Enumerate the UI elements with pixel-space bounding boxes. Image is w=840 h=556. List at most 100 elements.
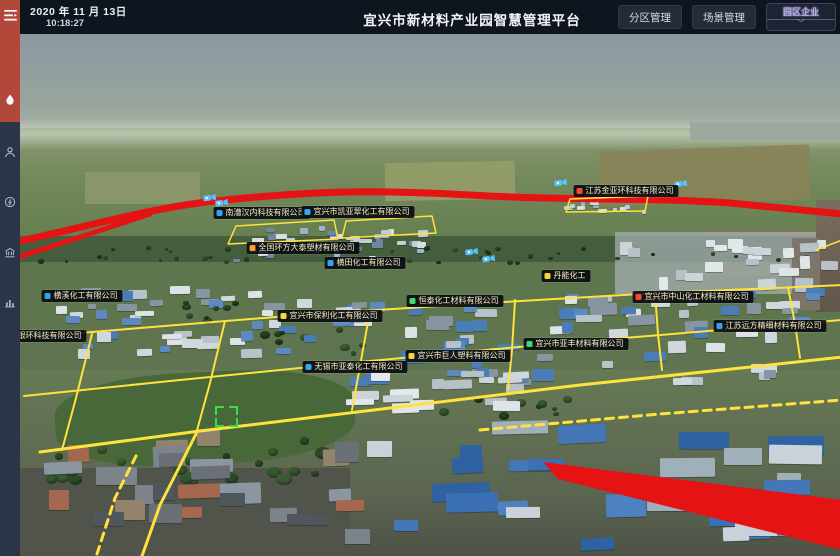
company-marker-icon (527, 341, 533, 347)
building (576, 315, 602, 322)
building (625, 205, 630, 209)
tree (711, 252, 716, 256)
company-label-text: 宜兴市中山化工材料有限公司 (645, 293, 749, 301)
company-label[interactable]: 宜兴市亚丰材料有限公司 (524, 338, 629, 350)
building (287, 514, 328, 525)
company-label[interactable]: 横田化工有限公司 (325, 257, 406, 269)
building (724, 448, 762, 465)
building (251, 321, 262, 329)
building (417, 249, 424, 253)
building (137, 348, 153, 356)
building (743, 247, 754, 255)
flame-icon[interactable] (0, 90, 20, 110)
user-icon[interactable] (0, 142, 20, 162)
building (475, 309, 498, 318)
building (747, 303, 762, 314)
building (426, 320, 449, 331)
building (345, 529, 370, 544)
building (117, 304, 137, 311)
zone-management-button[interactable]: 分区管理 (618, 5, 682, 29)
company-label-text: 南漕汉内科技有限公司 (226, 209, 306, 217)
building (336, 500, 364, 511)
camera-icon[interactable] (553, 174, 568, 194)
company-marker-icon (545, 273, 551, 279)
company-marker-icon (281, 313, 287, 319)
building (266, 228, 275, 232)
building (264, 303, 285, 310)
map-3d-view[interactable]: 南漕汉内科技有限公司宜兴市凯亚翠化工有限公司全国环方大泰塑材有限公司横田化工有限… (20, 34, 840, 556)
company-label[interactable]: 江苏远方精细材料有限公司 (714, 320, 827, 332)
tree (46, 474, 57, 483)
company-label-text: 横田化工有限公司 (337, 259, 401, 267)
building (644, 352, 666, 361)
building (241, 330, 254, 340)
company-label[interactable]: 丹能化工 (542, 270, 591, 282)
bar-chart-icon[interactable] (0, 292, 20, 312)
tree (563, 396, 571, 403)
building (660, 458, 715, 478)
building (220, 493, 245, 506)
camera-icon[interactable] (464, 243, 479, 263)
building (49, 490, 69, 510)
building (96, 310, 107, 320)
building (233, 259, 240, 262)
building (394, 520, 418, 532)
building (456, 321, 473, 332)
building (806, 293, 820, 300)
field-patch (599, 144, 811, 206)
building (297, 299, 312, 308)
company-label[interactable]: 恒泰化工材料有限公司 (407, 295, 504, 307)
company-label[interactable]: 宜兴市凯亚翠化工有限公司 (302, 206, 415, 218)
building (442, 379, 472, 389)
building (764, 370, 776, 378)
building (346, 237, 354, 241)
company-label[interactable]: 宜兴市中山化工材料有限公司 (633, 291, 754, 303)
power-icon[interactable] (0, 192, 20, 212)
building (432, 379, 444, 389)
tree (213, 306, 219, 311)
building (590, 200, 599, 205)
camera-icon[interactable] (481, 250, 496, 270)
header-bar: 2020 年 11 月 13日 10:18:27 宜兴市新材料产业园智慧管理平台… (20, 0, 840, 34)
company-label-text: 宜兴市凯亚翠化工有限公司 (314, 208, 410, 216)
building (446, 341, 461, 348)
company-label[interactable]: 南漕汉内科技有限公司 (214, 207, 311, 219)
building (94, 512, 124, 527)
building (627, 314, 654, 326)
tree (65, 260, 69, 263)
building (367, 441, 392, 457)
tree (359, 343, 365, 348)
park-enterprise-dropdown[interactable]: 园区企业 ﹀ (766, 3, 836, 31)
building (691, 486, 734, 497)
company-label-text: 无锡市亚泰化工有限公司 (315, 363, 403, 371)
scene-management-button[interactable]: 场景管理 (692, 5, 756, 29)
building (473, 320, 487, 332)
dropdown-label: 园区企业 (783, 5, 819, 18)
company-marker-icon (717, 323, 723, 329)
company-label[interactable]: 宜兴市保利化工有限公司 (278, 310, 383, 322)
company-label[interactable]: 江苏银环科技有限公司 (20, 330, 87, 342)
building (152, 483, 174, 500)
building (659, 277, 668, 290)
factory-icon[interactable] (0, 242, 20, 262)
building (506, 507, 540, 518)
company-label[interactable]: 横溪化工有限公司 (42, 290, 123, 302)
building (66, 316, 80, 323)
company-label[interactable]: 宜兴市巨人塑料有限公司 (406, 350, 511, 362)
company-label[interactable]: 江苏金亚环科技有限公司 (574, 185, 679, 197)
tree (351, 351, 357, 355)
building (723, 526, 749, 540)
building (405, 327, 417, 338)
building (668, 340, 686, 353)
building (708, 502, 736, 526)
building (602, 361, 613, 369)
company-label[interactable]: 全国环方大泰塑材有限公司 (247, 242, 360, 254)
building (122, 318, 140, 325)
building (197, 429, 220, 446)
building (598, 208, 607, 212)
company-label[interactable]: 无锡市亚泰化工有限公司 (303, 361, 408, 373)
building (300, 227, 308, 233)
menu-icon[interactable] (0, 5, 20, 25)
building (351, 302, 367, 309)
tree (244, 257, 249, 261)
